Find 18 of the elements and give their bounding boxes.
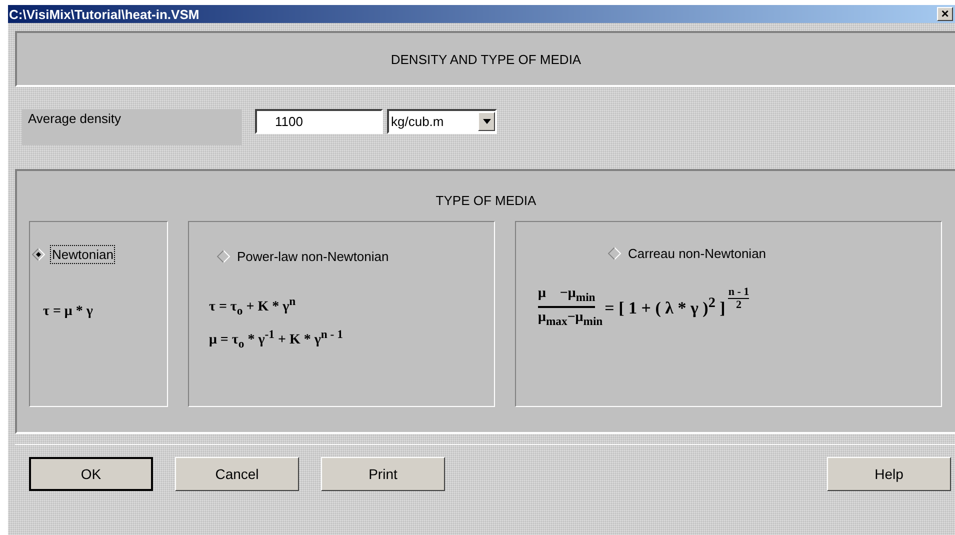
window-title: C:\VisiMix\Tutorial\heat-in.VSM <box>8 6 200 22</box>
dialog-button[interactable]: Cancel <box>175 457 299 491</box>
media-title: TYPE OF MEDIA <box>434 193 538 210</box>
formula: τ = μ * γ <box>43 303 94 321</box>
dialog-button[interactable]: Help <box>827 457 951 491</box>
formula: μ = τ$_{o}$ * γ$^{-1}$ + K * γ$^{n - 1}$ <box>209 327 344 353</box>
density-input[interactable]: 1100 <box>255 109 383 134</box>
formula: τ = τ$_{o}$ + K * γ$^{n}$ <box>209 294 297 320</box>
formula: μ −μ$_{min}$ μ$_{max}$−μ$_{min}$ = [ 1 + ( λ * γ )$^{2}$ ] n - 1 2 <box>538 286 750 328</box>
close-button[interactable]: × <box>937 7 953 21</box>
header-title: DENSITY AND TYPE OF MEDIA <box>390 52 582 66</box>
dialog-button[interactable]: OK <box>29 457 153 491</box>
radio-option[interactable]: Carreau non-Newtonian <box>608 244 768 263</box>
dropdown-arrow-icon <box>482 119 490 124</box>
density-label: Average density <box>22 109 242 145</box>
dialog-button[interactable]: Print <box>321 457 445 491</box>
unit-dropdown[interactable]: kg/cub.m <box>387 109 497 134</box>
radio-option[interactable]: Power-law non-Newtonian <box>217 247 391 266</box>
